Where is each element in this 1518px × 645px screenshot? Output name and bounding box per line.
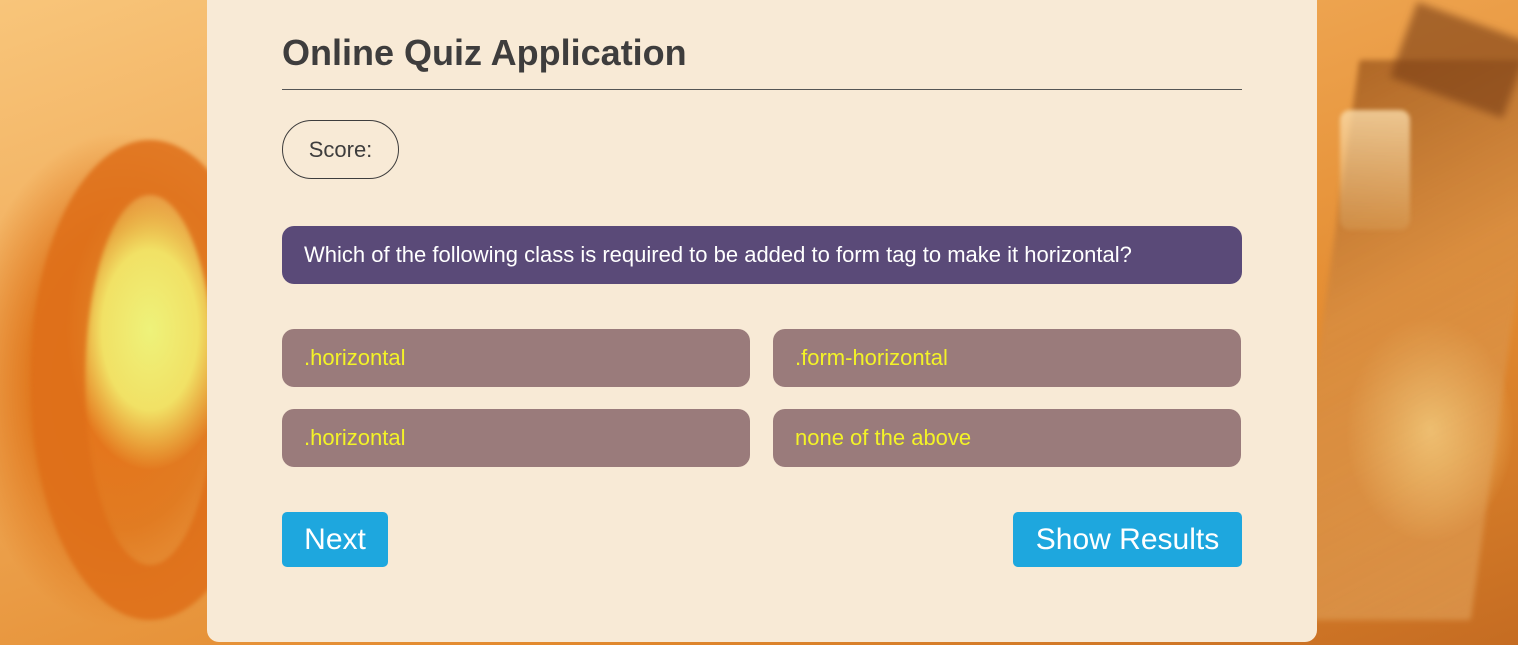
background-highlight-shape: [1340, 110, 1410, 230]
score-badge: Score:: [282, 120, 399, 179]
answer-option-label: .horizontal: [304, 425, 406, 450]
answer-option-4[interactable]: none of the above: [773, 409, 1241, 467]
answer-option-label: .horizontal: [304, 345, 406, 370]
page-title: Online Quiz Application: [282, 32, 687, 73]
answer-option-1[interactable]: .horizontal: [282, 329, 750, 387]
answer-option-3[interactable]: .horizontal: [282, 409, 750, 467]
next-button[interactable]: Next: [282, 512, 388, 567]
answer-option-2[interactable]: .form-horizontal: [773, 329, 1241, 387]
quiz-panel: Online Quiz Application Score: Which of …: [207, 0, 1317, 642]
question-box: Which of the following class is required…: [282, 226, 1242, 284]
score-label: Score:: [308, 136, 373, 162]
question-text: Which of the following class is required…: [304, 242, 1132, 267]
answer-option-label: .form-horizontal: [795, 345, 948, 370]
answer-option-label: none of the above: [795, 425, 972, 450]
show-results-button[interactable]: Show Results: [1013, 512, 1242, 567]
title-divider: [282, 89, 1242, 90]
